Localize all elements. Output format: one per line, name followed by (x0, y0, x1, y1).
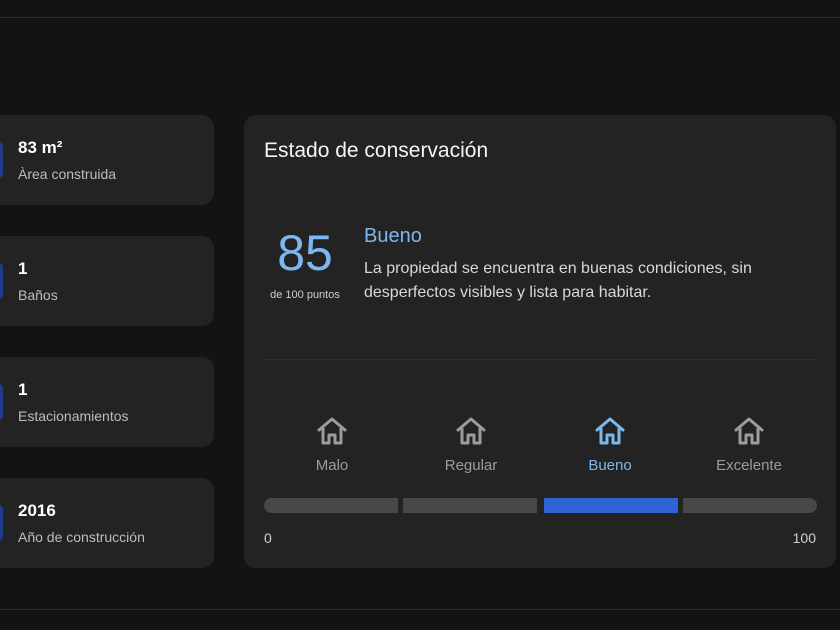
score-value: 85 (277, 225, 333, 281)
stat-value: 2016 (18, 501, 56, 520)
stat-card-year-built: 2016 Año de construcción (0, 478, 214, 568)
property-details-page: 83 m² Àrea construida 1 Baños 1 Estacion… (0, 0, 840, 630)
level-label: Excelente (716, 457, 782, 474)
level-regular: Regular (403, 415, 539, 474)
scale-segment-regular (403, 498, 537, 513)
stat-label: Àrea construida (18, 166, 117, 182)
rating-name: Bueno (364, 225, 422, 247)
stat-label: Año de construcción (18, 529, 145, 545)
house-icon (595, 417, 625, 445)
scale-min-label: 0 (264, 530, 272, 546)
rating-description: La propiedad se encuentra en buenas cond… (364, 260, 752, 301)
stat-card-bathrooms: 1 Baños (0, 236, 214, 326)
stat-label: Estacionamientos (18, 408, 129, 424)
conservation-title: Estado de conservación (264, 139, 489, 162)
house-icon (456, 417, 486, 445)
stat-card-parking: 1 Estacionamientos (0, 357, 214, 447)
parking-icon (0, 383, 3, 421)
section-divider (264, 359, 816, 360)
area-icon (0, 141, 3, 179)
stat-label: Baños (18, 287, 58, 303)
stat-value: 83 m² (18, 138, 63, 157)
scale-segment-excelente (683, 498, 817, 513)
level-label: Malo (315, 457, 349, 474)
house-icon (734, 417, 764, 445)
score-caption: de 100 puntos (270, 289, 340, 301)
conservation-card: Estado de conservación 85 de 100 puntos … (244, 115, 836, 568)
stat-card-area: 83 m² Àrea construida (0, 115, 214, 205)
top-divider (0, 17, 840, 18)
level-excelente: Excelente (681, 415, 817, 474)
house-icon (317, 417, 347, 445)
bathroom-icon (0, 262, 3, 300)
stat-value: 1 (18, 259, 28, 278)
stat-value: 1 (18, 380, 28, 399)
level-label: Regular (444, 457, 498, 474)
scale-segment-bueno (544, 498, 678, 513)
bottom-divider (0, 609, 840, 610)
level-malo: Malo (264, 415, 400, 474)
scale-max-label: 100 (792, 530, 816, 546)
level-bueno: Bueno (542, 415, 678, 474)
scale-segment-malo (264, 498, 398, 513)
level-label: Bueno (588, 457, 632, 474)
calendar-icon (0, 504, 3, 542)
